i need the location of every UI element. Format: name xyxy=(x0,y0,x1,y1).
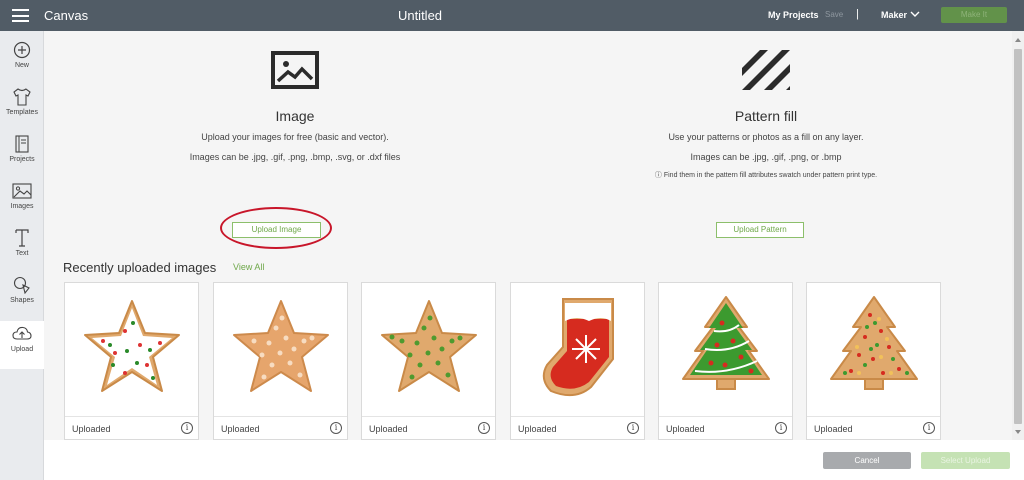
tree-cookie-icon xyxy=(830,296,918,390)
cancel-button[interactable]: Cancel xyxy=(823,452,911,469)
my-projects-link[interactable]: My Projects xyxy=(768,10,819,20)
save-link[interactable]: Save xyxy=(825,10,843,19)
card-label: Uploaded xyxy=(814,424,853,434)
pattern-stripes-icon xyxy=(742,50,790,90)
sidebar-item-text[interactable]: Text xyxy=(0,229,44,275)
document-title[interactable]: Untitled xyxy=(0,8,840,23)
left-sidebar: New Templates Projects Images Text Shape… xyxy=(0,31,44,480)
image-section-title: Image xyxy=(275,108,315,124)
sidebar-item-label: Shapes xyxy=(10,297,34,304)
make-it-button[interactable]: Make It xyxy=(941,7,1007,23)
plus-circle-icon xyxy=(13,41,31,59)
sidebar-item-upload[interactable]: Upload xyxy=(0,321,44,369)
select-upload-button[interactable]: Select Upload xyxy=(921,452,1010,469)
shapes-icon xyxy=(13,276,30,294)
sidebar-item-label: Projects xyxy=(9,156,35,163)
sidebar-item-projects[interactable]: Projects xyxy=(0,135,44,181)
scroll-up-arrow-icon[interactable] xyxy=(1015,38,1021,42)
pattern-upload-section: Pattern fill Use your patterns or photos… xyxy=(564,50,968,180)
card-label: Uploaded xyxy=(221,424,260,434)
nav-divider: | xyxy=(856,8,859,20)
scroll-down-arrow-icon[interactable] xyxy=(1015,430,1021,434)
sidebar-item-templates[interactable]: Templates xyxy=(0,88,44,134)
card-label: Uploaded xyxy=(666,424,705,434)
pattern-section-title: Pattern fill xyxy=(734,108,798,124)
pattern-section-subtitle: Use your patterns or photos as a fill on… xyxy=(668,132,864,142)
tshirt-icon xyxy=(13,88,31,106)
scrollbar-thumb[interactable] xyxy=(1014,49,1022,424)
sidebar-item-label: Text xyxy=(15,250,29,257)
footer-bar: Cancel Select Upload xyxy=(44,440,1024,480)
upload-card[interactable]: Uploaded i xyxy=(213,282,348,440)
info-icon[interactable]: i xyxy=(775,422,787,434)
text-t-icon xyxy=(15,229,29,247)
card-label: Uploaded xyxy=(72,424,111,434)
info-icon[interactable]: i xyxy=(627,422,639,434)
book-icon xyxy=(15,135,29,153)
top-bar: Canvas Untitled My Projects Save | Maker… xyxy=(0,0,1024,31)
stocking-cookie-icon xyxy=(542,298,614,397)
pattern-section-formats: Images can be .jpg, .gif, .png, or .bmp xyxy=(690,152,842,162)
star-cookie-icon xyxy=(381,300,477,392)
image-section-formats: Images can be .jpg, .gif, .png, .bmp, .s… xyxy=(189,152,401,162)
recent-uploads-title: Recently uploaded images xyxy=(63,260,217,275)
tree-cookie-icon xyxy=(682,296,770,390)
chevron-down-icon[interactable] xyxy=(910,10,920,18)
star-cookie-icon xyxy=(84,300,180,392)
card-label: Uploaded xyxy=(369,424,408,434)
image-icon xyxy=(12,183,32,199)
vertical-scrollbar[interactable] xyxy=(1012,31,1024,440)
card-label: Uploaded xyxy=(518,424,557,434)
image-icon xyxy=(271,51,319,89)
sidebar-item-label: Images xyxy=(10,203,34,210)
cloud-upload-icon xyxy=(12,326,32,340)
view-all-link[interactable]: View All xyxy=(233,262,264,272)
pattern-section-note: ⓘ Find them in the pattern fill attribut… xyxy=(654,172,878,179)
image-upload-section: Image Upload your images for free (basic… xyxy=(126,50,464,162)
star-cookie-icon xyxy=(233,300,329,392)
sidebar-item-shapes[interactable]: Shapes xyxy=(0,276,44,322)
upload-card[interactable]: Uploaded i xyxy=(806,282,941,440)
image-section-subtitle: Upload your images for free (basic and v… xyxy=(201,132,389,142)
upload-card[interactable]: Uploaded i xyxy=(510,282,645,440)
sidebar-item-label: New xyxy=(14,62,29,69)
info-icon[interactable]: i xyxy=(181,422,193,434)
upload-card[interactable]: Uploaded i xyxy=(64,282,199,440)
machine-select[interactable]: Maker xyxy=(881,10,907,20)
sidebar-item-images[interactable]: Images xyxy=(0,182,44,228)
info-icon[interactable]: i xyxy=(923,422,935,434)
sidebar-item-new[interactable]: New xyxy=(0,41,44,87)
info-icon[interactable]: i xyxy=(478,422,490,434)
sidebar-item-label: Upload xyxy=(10,346,34,353)
upload-card[interactable]: Uploaded i xyxy=(658,282,793,440)
sidebar-item-label: Templates xyxy=(6,109,38,116)
upload-card[interactable]: Uploaded i xyxy=(361,282,496,440)
upload-pattern-button[interactable]: Upload Pattern xyxy=(716,222,804,238)
info-icon[interactable]: i xyxy=(330,422,342,434)
upload-image-button[interactable]: Upload Image xyxy=(232,222,321,238)
